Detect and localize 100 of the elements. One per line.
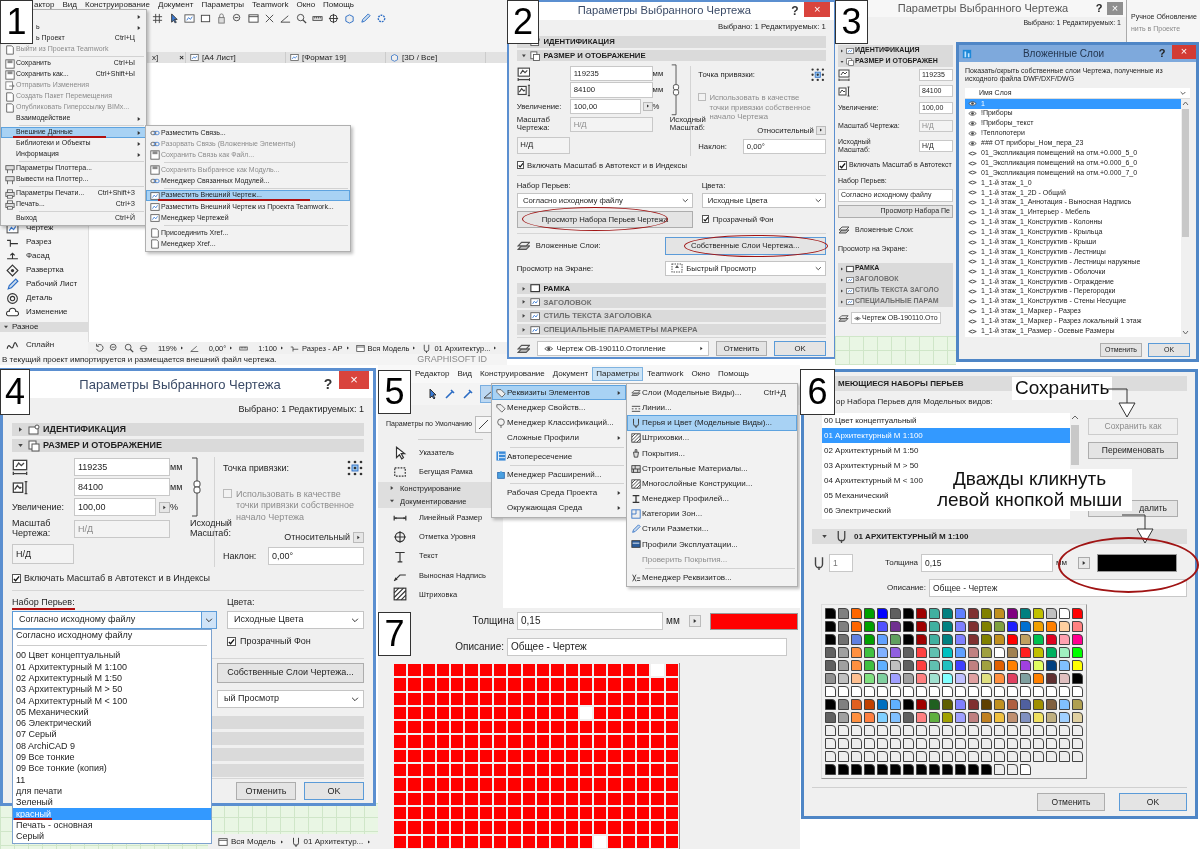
help-button[interactable]: ?	[785, 3, 805, 19]
dropdown[interactable]: Чертеж ОВ-190110.Отопление	[537, 340, 709, 357]
menu-bar-item[interactable]: Окно	[296, 0, 316, 10]
close-button[interactable]: ×	[804, 2, 831, 18]
section-header[interactable]: РАМКА	[516, 282, 826, 295]
list-option[interactable]: Печать - основная	[13, 819, 211, 831]
menu-item[interactable]: Сложные Профили	[492, 430, 626, 446]
menu-item[interactable]: Слои (Модельные Виды)... Ctrl+Д	[627, 385, 797, 401]
help-button[interactable]: ?	[1091, 1, 1107, 16]
dropdown[interactable]: ый Просмотр	[217, 689, 364, 708]
menu-item[interactable]: Штриховки...	[627, 430, 797, 446]
input-field[interactable]: Н/Д	[12, 544, 74, 564]
dropdown[interactable]: Согласно исходному файлу	[12, 610, 217, 629]
menu-item[interactable]: Покрытия...	[627, 445, 797, 461]
menu-bar-item[interactable]: Вид	[453, 367, 476, 381]
help-button[interactable]: ?	[317, 376, 339, 393]
section-header[interactable]: 01 АРХИТЕКТУРНЫЙ М 1:100	[812, 529, 1187, 544]
section-header[interactable]: РАЗМЕР И ОТОБРАЖЕНИЕ	[516, 50, 826, 62]
section-header[interactable]: РАЗМЕР И ОТОБРАЖЕНИЕ	[12, 439, 364, 452]
list-option[interactable]: 09 Все тонкие (копия)	[13, 763, 211, 775]
list-option[interactable]: 06 Электрический	[13, 717, 211, 730]
menu-bar-item[interactable]: Вид	[62, 0, 77, 10]
input-field[interactable]: Общее - Чертеж	[507, 638, 787, 656]
menu-item[interactable]: Менеджер Классификаций...	[492, 415, 626, 431]
input-field[interactable]: 84100	[570, 82, 653, 98]
menu-item[interactable]: Менеджер Свойств...	[492, 400, 626, 416]
close-button[interactable]: ×	[339, 371, 369, 389]
own-layers-button[interactable]: Собственные Слои Чертежа...	[664, 237, 826, 255]
menu-bar-item[interactable]: Редактор	[411, 367, 454, 381]
menu-bar-item[interactable]: Окно	[687, 367, 714, 381]
ok-button[interactable]: OK	[1119, 793, 1187, 811]
menu-bar-item[interactable]: Документ	[548, 367, 593, 381]
menu-item[interactable]: Перья и Цвет (Модельные Виды)...	[627, 415, 797, 431]
menu-bar-item[interactable]: Параметры	[201, 0, 245, 10]
menu-item[interactable]: Строительные Материалы...	[627, 460, 797, 477]
list-option[interactable]: 07 Серый	[13, 729, 211, 741]
status-field[interactable]: Вся Модель	[231, 836, 276, 847]
ok-button[interactable]: OK	[774, 340, 826, 357]
menu-bar-item[interactable]: Параметры	[592, 367, 643, 381]
list-option[interactable]: 02 Архитектурный М 1:50	[13, 672, 211, 684]
help-button[interactable]: ?	[1155, 46, 1169, 61]
menu-item[interactable]: Категории Зон...	[627, 506, 797, 522]
menu-bar-item[interactable]: Teamwork	[252, 0, 289, 10]
input-field[interactable]: 0,00°	[743, 138, 826, 155]
list-option[interactable]: Серый	[13, 830, 211, 843]
input-field[interactable]: 1	[829, 554, 853, 572]
cancel-button[interactable]: Отменить	[715, 340, 768, 357]
list-option[interactable]: 08 ArchiCAD 9	[13, 740, 211, 752]
input-field[interactable]: 84100	[74, 478, 170, 496]
own-layers-button[interactable]: Собственные Слои Чертежа...	[217, 662, 364, 683]
menu-item[interactable]: Менеджер Расширений...	[492, 466, 626, 483]
menu-bar-item[interactable]: Документ	[157, 0, 194, 10]
menu-item[interactable]: Менеджер Реквизитов...	[627, 570, 797, 586]
dropdown[interactable]: Согласно исходному файлу	[516, 192, 694, 209]
pen-set-button[interactable]: Переименовать	[1088, 442, 1178, 459]
list-option[interactable]: 04 Архитектурный М < 100	[13, 695, 211, 707]
input-field[interactable]: Общее - Чертеж	[929, 579, 1187, 597]
list-option[interactable]: Зеленый	[13, 796, 211, 809]
close-button[interactable]: ×	[1172, 45, 1196, 59]
cancel-button[interactable]: Отменить	[1037, 793, 1105, 811]
status-field[interactable]: 01 Архитектур...	[303, 836, 364, 847]
dropdown[interactable]: Исходные Цвета	[701, 192, 826, 209]
input-field[interactable]: 119235	[570, 66, 653, 82]
menu-item[interactable]: Менеджер Профилей...	[627, 491, 797, 507]
menu-item[interactable]: Многослойные Конструкции...	[627, 476, 797, 492]
menu-item[interactable]: Автопересечение	[492, 448, 626, 464]
menu-bar-item[interactable]: Помощь	[714, 367, 753, 381]
dropdown[interactable]: Быстрый Просмотр	[664, 260, 826, 276]
menu-item[interactable]: Рабочая Среда Проекта	[492, 485, 626, 501]
menu-item[interactable]: Профили Эксплуатации...	[627, 536, 797, 553]
cancel-button[interactable]: Отменить	[236, 782, 296, 800]
list-option[interactable]: для печати	[13, 785, 211, 797]
list-option[interactable]: 11	[13, 774, 211, 786]
list-option[interactable]: 09 Все тонкие	[13, 751, 211, 764]
list-option[interactable]: 05 Механический	[13, 706, 211, 718]
dropdown[interactable]: Исходные Цвета	[227, 610, 364, 629]
input-field[interactable]: 0,15	[517, 612, 663, 630]
menu-item[interactable]: Окружающая Среда	[492, 500, 626, 516]
menu-bar-item[interactable]: Помощь	[323, 0, 354, 10]
list-option[interactable]: 00 Цвет концептуальный	[13, 650, 211, 662]
list-option[interactable]: 03 Архитектурный М > 50	[13, 684, 211, 696]
list-option[interactable]: Согласно исходному файлу	[13, 629, 211, 642]
input-field[interactable]: 119235	[74, 458, 170, 476]
ok-button[interactable]: OK	[304, 782, 364, 800]
input-field[interactable]: 100,00	[570, 98, 641, 115]
group-header[interactable]: Разное	[0, 322, 88, 332]
menu-bar-item[interactable]: Конструирование	[475, 367, 549, 381]
input-field[interactable]: Н/Д	[516, 136, 571, 154]
list-row[interactable]: 00 Цвет концептуальный	[822, 413, 1070, 428]
section-header[interactable]: ИДЕНТИФИКАЦИЯ	[516, 36, 826, 48]
section-header[interactable]: ИДЕНТИФИКАЦИЯ	[12, 423, 364, 436]
input-field[interactable]: 100,00	[74, 498, 156, 516]
menu-bar-item[interactable]: актор	[34, 0, 55, 10]
list-option[interactable]: 01 Архитектурный М 1:100	[13, 661, 211, 673]
input-field[interactable]: 0,00°	[268, 547, 364, 565]
menu-item[interactable]: Реквизиты Элементов	[492, 385, 626, 401]
list-row[interactable]: 02 Архитектурный М 1:50	[822, 443, 1070, 458]
menu-item[interactable]: Линии...	[627, 400, 797, 416]
menu-bar-item[interactable]: Teamwork	[642, 367, 688, 381]
menu-item[interactable]: Стили Разметки...	[627, 521, 797, 537]
